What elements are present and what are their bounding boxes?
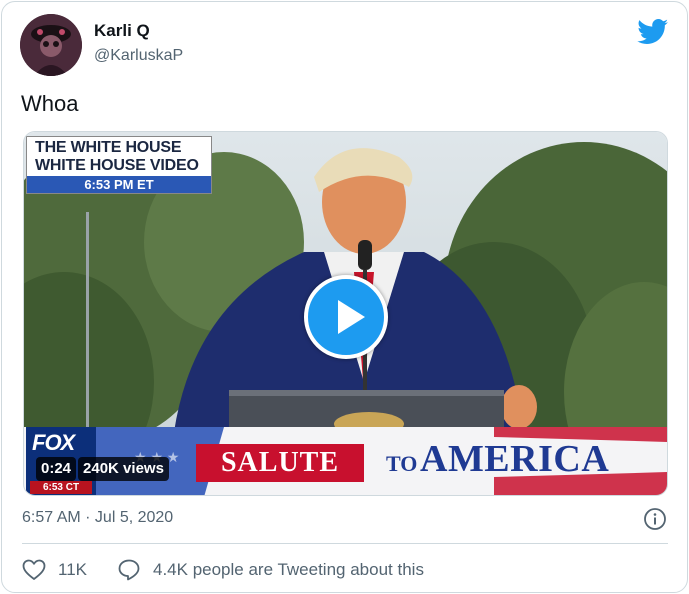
avatar[interactable] bbox=[20, 14, 82, 76]
network-time: 6:53 CT bbox=[30, 481, 92, 494]
tweet-text: Whoa bbox=[21, 91, 79, 116]
play-icon bbox=[338, 300, 365, 334]
network-name: FOX bbox=[32, 430, 75, 455]
video-stats: 0:24 240K views bbox=[36, 457, 169, 481]
like-button[interactable]: 11K bbox=[22, 559, 87, 581]
play-button[interactable] bbox=[304, 275, 388, 359]
display-name[interactable]: Karli Q bbox=[94, 21, 150, 41]
overlay-line-2: WHITE HOUSE VIDEO bbox=[35, 157, 199, 174]
tweet-card: Karli Q @KarluskaP Whoa ★ THE WHITE HOUS… bbox=[1, 1, 688, 593]
overlay-line-1: THE WHITE HOUSE bbox=[35, 139, 182, 156]
divider bbox=[22, 543, 668, 544]
banner-to: TO bbox=[386, 451, 418, 476]
video-views: 240K views bbox=[78, 457, 169, 481]
tweet-actions: 11K 4.4K people are Tweeting about this bbox=[22, 557, 424, 583]
user-handle[interactable]: @KarluskaP bbox=[94, 47, 183, 65]
video-duration: 0:24 bbox=[36, 457, 77, 481]
twitter-bird-icon[interactable] bbox=[637, 19, 669, 45]
tweet-timestamp[interactable]: 6:57 AM · Jul 5, 2020 bbox=[22, 509, 173, 527]
banner-america: AMERICA bbox=[420, 438, 610, 480]
like-count: 11K bbox=[58, 560, 87, 579]
banner-salute: SALUTE bbox=[196, 444, 364, 482]
tweeting-about-link[interactable]: 4.4K people are Tweeting about this bbox=[117, 558, 424, 582]
info-icon[interactable] bbox=[643, 507, 667, 531]
video-player[interactable]: ★ ★ ★ THE WHITE HOUSE WHITE HOUSE VIDEO … bbox=[23, 131, 668, 496]
overlay-time: 6:53 PM ET bbox=[27, 176, 211, 193]
news-overlay: THE WHITE HOUSE WHITE HOUSE VIDEO 6:53 P… bbox=[26, 136, 212, 194]
speech-bubble-icon bbox=[118, 559, 140, 581]
tweeting-text: 4.4K people are Tweeting about this bbox=[153, 560, 424, 579]
heart-icon bbox=[22, 559, 46, 580]
